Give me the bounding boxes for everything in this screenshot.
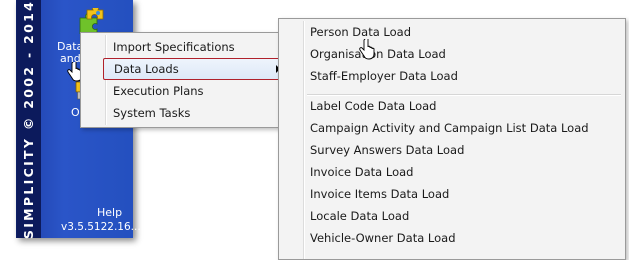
version-label: v3.5.5122.16... <box>61 221 141 233</box>
hand-cursor-icon <box>359 39 375 60</box>
submenu-item-campaign-activity-data-load[interactable]: Campaign Activity and Campaign List Data… <box>310 118 589 138</box>
submenu-gutter <box>303 21 305 259</box>
context-menu: Import Specifications Data Loads Executi… <box>80 32 287 128</box>
puzzle-icon[interactable] <box>77 8 105 34</box>
brand-strip: SIMPLICITY © 2002 - 2014 <box>17 0 41 239</box>
submenu-item-locale-data-load[interactable]: Locale Data Load <box>310 206 409 226</box>
help-label[interactable]: Help <box>97 206 122 219</box>
submenu-item-invoice-data-load[interactable]: Invoice Data Load <box>310 162 413 182</box>
menu-item-system-tasks[interactable]: System Tasks <box>113 103 190 123</box>
submenu-item-invoice-items-data-load[interactable]: Invoice Items Data Load <box>310 184 449 204</box>
submenu-item-vehicle-owner-data-load[interactable]: Vehicle-Owner Data Load <box>310 228 456 248</box>
menu-item-import-specifications[interactable]: Import Specifications <box>113 37 235 57</box>
menu-item-data-loads-label: Data Loads <box>114 62 179 76</box>
menu-item-execution-plans[interactable]: Execution Plans <box>113 81 204 101</box>
menu-gutter <box>105 35 107 125</box>
data-loads-submenu: Person Data Load Organisation Data Load … <box>278 18 626 260</box>
submenu-item-survey-answers-data-load[interactable]: Survey Answers Data Load <box>310 140 464 160</box>
submenu-item-staff-employer-data-load[interactable]: Staff-Employer Data Load <box>310 66 458 86</box>
menu-item-data-loads[interactable]: Data Loads <box>103 58 287 80</box>
other-label[interactable]: O <box>71 106 80 119</box>
submenu-item-organisation-data-load[interactable]: Organisation Data Load <box>310 44 446 64</box>
brand-vertical-text: SIMPLICITY © 2002 - 2014 <box>21 0 37 239</box>
submenu-item-label-code-data-load[interactable]: Label Code Data Load <box>310 96 436 116</box>
